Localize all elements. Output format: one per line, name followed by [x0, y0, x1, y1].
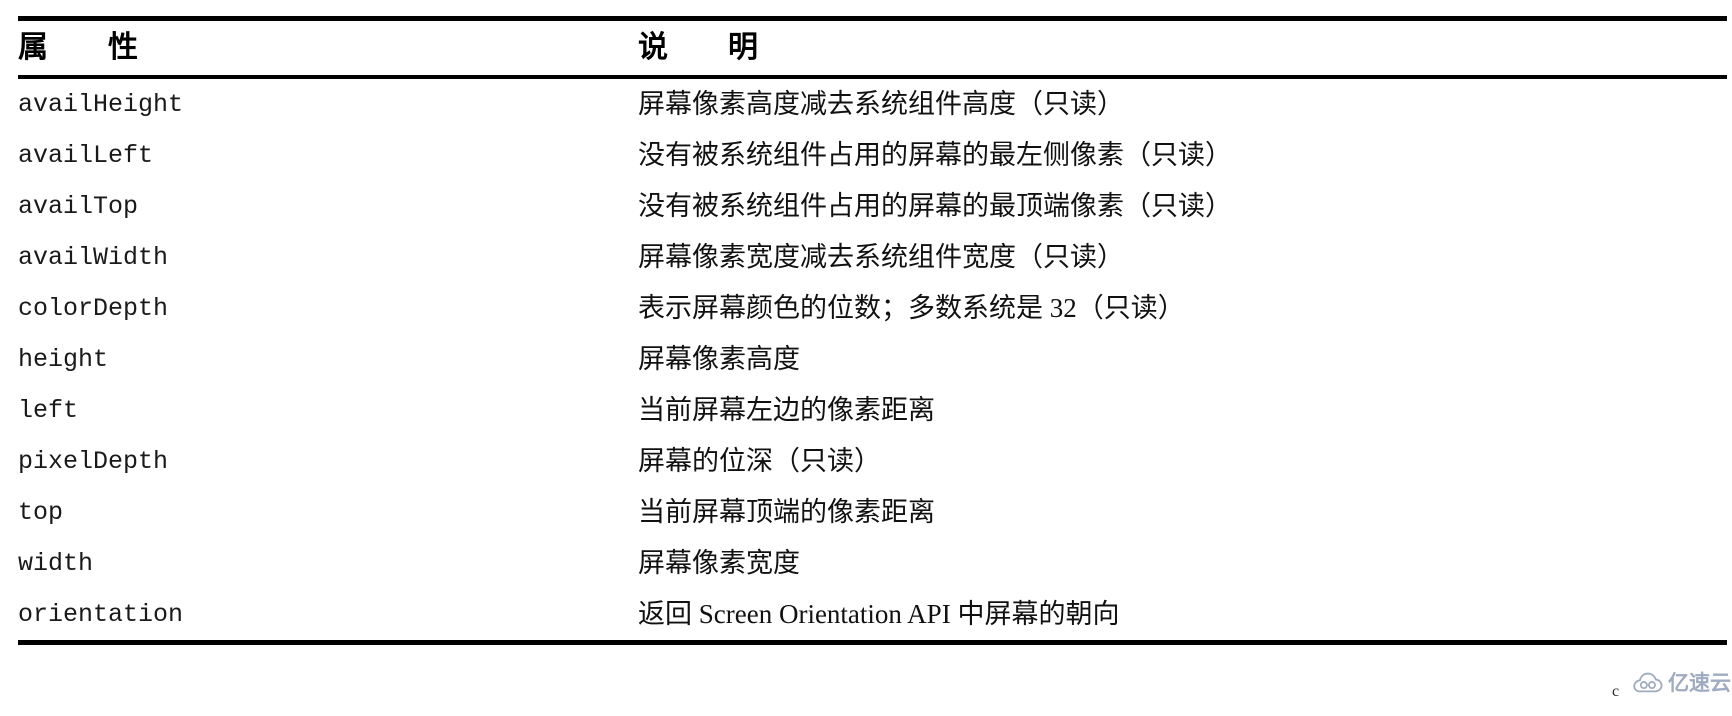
description-text: 屏幕像素高度 — [638, 344, 800, 374]
cell-description: 没有被系统组件占用的屏幕的最左侧像素（只读） — [638, 130, 1727, 181]
cell-property-name: left — [18, 385, 638, 436]
description-text: 表示屏幕颜色的位数；多数系统是 32（只读） — [638, 293, 1185, 323]
property-name-text: width — [18, 549, 94, 578]
table-row: colorDepth 表示屏幕颜色的位数；多数系统是 32（只读） — [18, 283, 1727, 334]
cell-description: 屏幕像素宽度 — [638, 538, 1727, 589]
property-name-text: top — [18, 498, 64, 527]
property-name-text: availTop — [18, 192, 139, 221]
cloud-icon — [1633, 672, 1663, 694]
header-cell-property: 属 性 — [18, 16, 638, 79]
header-label-property: 属 性 — [18, 31, 138, 64]
cell-description: 表示屏幕颜色的位数；多数系统是 32（只读） — [638, 283, 1727, 334]
property-name-text: availWidth — [18, 243, 169, 272]
description-text: 没有被系统组件占用的屏幕的最左侧像素（只读） — [638, 140, 1232, 170]
description-text: 屏幕的位深（只读） — [638, 446, 881, 476]
cell-description: 当前屏幕顶端的像素距离 — [638, 487, 1727, 538]
cell-property-name: colorDepth — [18, 283, 638, 334]
cell-property-name: top — [18, 487, 638, 538]
description-text: 没有被系统组件占用的屏幕的最顶端像素（只读） — [638, 191, 1232, 221]
cell-property-name: availHeight — [18, 77, 638, 130]
table-row: availLeft 没有被系统组件占用的屏幕的最左侧像素（只读） — [18, 130, 1727, 181]
header-label-description: 说 明 — [638, 31, 758, 64]
cell-property-name: pixelDepth — [18, 436, 638, 487]
property-name-text: availLeft — [18, 141, 154, 170]
header-cell-description: 说 明 — [638, 16, 1727, 79]
cell-description: 没有被系统组件占用的屏幕的最顶端像素（只读） — [638, 181, 1727, 232]
cell-property-name: width — [18, 538, 638, 589]
watermark-text: 亿速云 — [1668, 671, 1731, 695]
cell-description: 屏幕的位深（只读） — [638, 436, 1727, 487]
table-row: top 当前屏幕顶端的像素距离 — [18, 487, 1727, 538]
table-row: availHeight 屏幕像素高度减去系统组件高度（只读） — [18, 77, 1727, 130]
watermark: 亿速云 — [1633, 672, 1731, 694]
description-text: 屏幕像素宽度减去系统组件宽度（只读） — [638, 242, 1124, 272]
table-row: orientation 返回 Screen Orientation API 中屏… — [18, 589, 1727, 645]
document-page: { "table": { "headers": { "property": "属… — [0, 0, 1732, 716]
table-row: availWidth 屏幕像素宽度减去系统组件宽度（只读） — [18, 232, 1727, 283]
cell-property-name: availWidth — [18, 232, 638, 283]
cell-property-name: height — [18, 334, 638, 385]
cell-description: 屏幕像素高度 — [638, 334, 1727, 385]
table-header-row: 属 性 说 明 — [18, 16, 1727, 79]
cell-property-name: availLeft — [18, 130, 638, 181]
cell-description: 当前屏幕左边的像素距离 — [638, 385, 1727, 436]
property-name-text: availHeight — [18, 90, 184, 119]
description-text: 当前屏幕顶端的像素距离 — [638, 497, 935, 527]
property-name-text: orientation — [18, 600, 184, 629]
description-text: 返回 Screen Orientation API 中屏幕的朝向 — [638, 599, 1120, 629]
cell-description: 屏幕像素高度减去系统组件高度（只读） — [638, 77, 1727, 130]
table-row: left 当前屏幕左边的像素距离 — [18, 385, 1727, 436]
cell-property-name: orientation — [18, 589, 638, 645]
property-table-container: 属 性 说 明 availHeight 屏幕像素高度减去系统组件高度（只读） a… — [18, 16, 1727, 645]
cell-description: 返回 Screen Orientation API 中屏幕的朝向 — [638, 589, 1727, 645]
table-row: height 屏幕像素高度 — [18, 334, 1727, 385]
table-row: pixelDepth 屏幕的位深（只读） — [18, 436, 1727, 487]
description-text: 当前屏幕左边的像素距离 — [638, 395, 935, 425]
table-body: availHeight 屏幕像素高度减去系统组件高度（只读） availLeft… — [18, 77, 1727, 645]
description-text: 屏幕像素高度减去系统组件高度（只读） — [638, 89, 1124, 119]
property-name-text: pixelDepth — [18, 447, 169, 476]
table-header: 属 性 说 明 — [18, 16, 1727, 79]
table-row: availTop 没有被系统组件占用的屏幕的最顶端像素（只读） — [18, 181, 1727, 232]
property-name-text: height — [18, 345, 109, 374]
property-name-text: colorDepth — [18, 294, 169, 323]
table-row: width 屏幕像素宽度 — [18, 538, 1727, 589]
cell-property-name: availTop — [18, 181, 638, 232]
description-text: 屏幕像素宽度 — [638, 548, 800, 578]
property-name-text: left — [18, 396, 79, 425]
cell-description: 屏幕像素宽度减去系统组件宽度（只读） — [638, 232, 1727, 283]
scan-artifact-mark: c — [1612, 683, 1620, 700]
screen-properties-table: 属 性 说 明 availHeight 屏幕像素高度减去系统组件高度（只读） a… — [18, 16, 1727, 645]
